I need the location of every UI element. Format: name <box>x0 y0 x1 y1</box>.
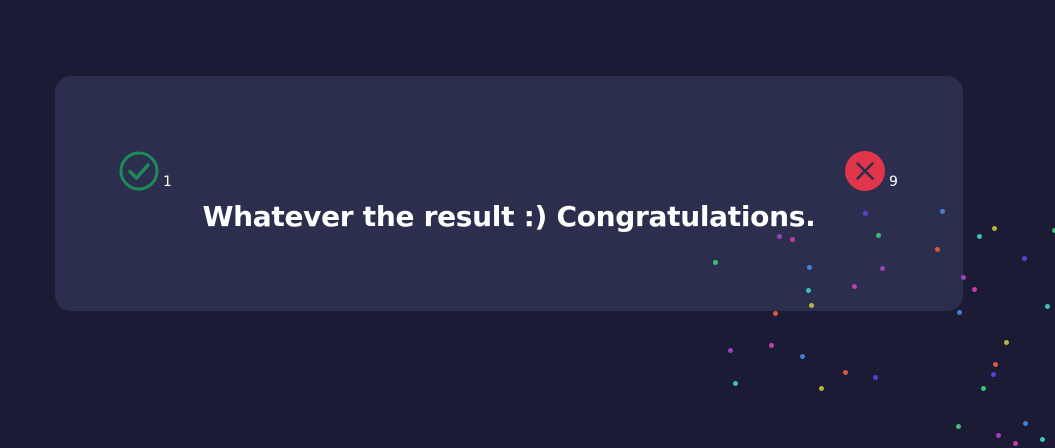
confetti-dot <box>1013 441 1018 446</box>
results-screen: 1 9 Whatever the result :) Congratulatio… <box>0 0 1055 448</box>
confetti-dot <box>996 433 1001 438</box>
confetti-dot <box>992 226 997 231</box>
confetti-dot <box>773 311 778 316</box>
result-card: 1 9 Whatever the result :) Congratulatio… <box>55 76 963 311</box>
confetti-dot <box>981 386 986 391</box>
confetti-dot <box>800 354 805 359</box>
congratulations-message: Whatever the result :) Congratulations. <box>202 200 816 233</box>
confetti-dot <box>1022 256 1027 261</box>
wrong-score: 9 <box>845 151 898 191</box>
confetti-dot <box>1023 421 1028 426</box>
confetti-dot <box>957 310 962 315</box>
confetti-dot <box>956 424 961 429</box>
confetti-dot <box>977 234 982 239</box>
correct-count: 1 <box>163 174 172 190</box>
correct-score: 1 <box>119 151 172 191</box>
confetti-dot <box>728 348 733 353</box>
confetti-dot <box>819 386 824 391</box>
confetti-dot <box>733 381 738 386</box>
confetti-dot <box>769 343 774 348</box>
confetti-dot <box>843 370 848 375</box>
confetti-dot <box>991 372 996 377</box>
confetti-dot <box>873 375 878 380</box>
confetti-dot <box>993 362 998 367</box>
check-circle-icon <box>119 151 159 191</box>
confetti-dot <box>1045 304 1050 309</box>
x-circle-icon <box>845 151 885 191</box>
confetti-dot <box>1004 340 1009 345</box>
confetti-dot <box>1040 437 1045 442</box>
wrong-count: 9 <box>889 174 898 190</box>
confetti-dot <box>972 287 977 292</box>
